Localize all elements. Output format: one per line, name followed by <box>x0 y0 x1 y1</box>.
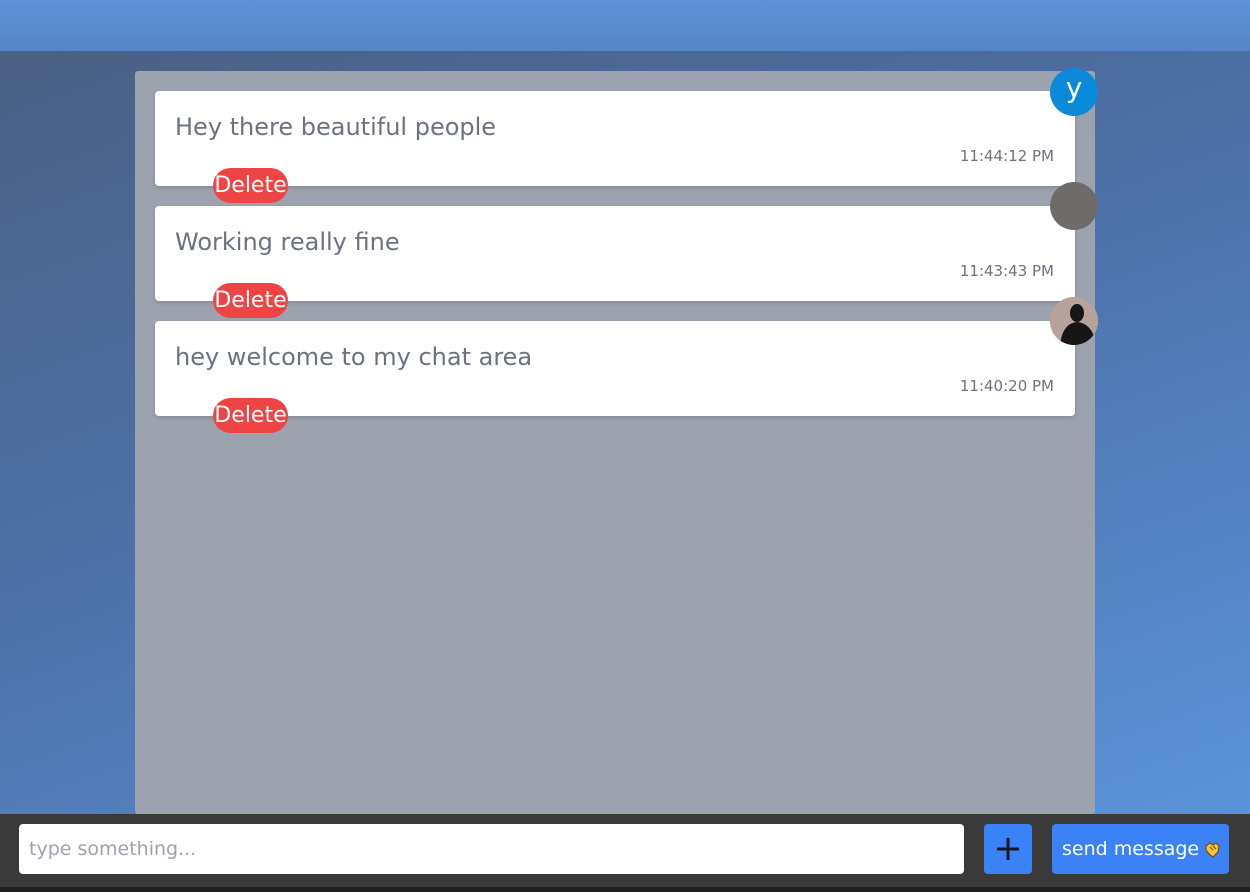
top-bar <box>0 0 1250 51</box>
user-avatar <box>1050 182 1098 230</box>
message-timestamp: 11:43:43 PM <box>959 262 1054 280</box>
delete-button[interactable]: Delete <box>213 398 288 433</box>
delete-button[interactable]: Delete <box>213 168 288 203</box>
user-avatar: y <box>1050 68 1098 116</box>
message-timestamp: 11:40:20 PM <box>959 377 1054 395</box>
send-message-button[interactable]: send message <box>1052 824 1229 874</box>
message-text: Working really fine <box>175 228 400 256</box>
add-button[interactable] <box>984 824 1032 874</box>
message-card: Hey there beautiful people 11:44:12 PM D… <box>155 91 1075 203</box>
avatar-letter: y <box>1065 71 1083 104</box>
plus-icon <box>997 838 1019 860</box>
message-text: hey welcome to my chat area <box>175 343 533 371</box>
composer-bar: send message <box>0 814 1250 892</box>
message-text: Hey there beautiful people <box>175 113 497 141</box>
message-input[interactable] <box>19 824 964 874</box>
hand-icon <box>1205 842 1220 859</box>
bottom-strip <box>0 887 1250 892</box>
moon-icon <box>1069 200 1076 214</box>
delete-button[interactable]: Delete <box>213 283 288 318</box>
user-avatar <box>1050 297 1098 345</box>
person-silhouette-icon <box>1050 297 1098 345</box>
message-card: Working really fine 11:43:43 PM Delete <box>155 206 1075 318</box>
send-button-label: send message <box>1062 837 1200 860</box>
message-card: hey welcome to my chat area 11:40:20 PM … <box>155 321 1075 433</box>
message-timestamp: 11:44:12 PM <box>959 147 1054 165</box>
